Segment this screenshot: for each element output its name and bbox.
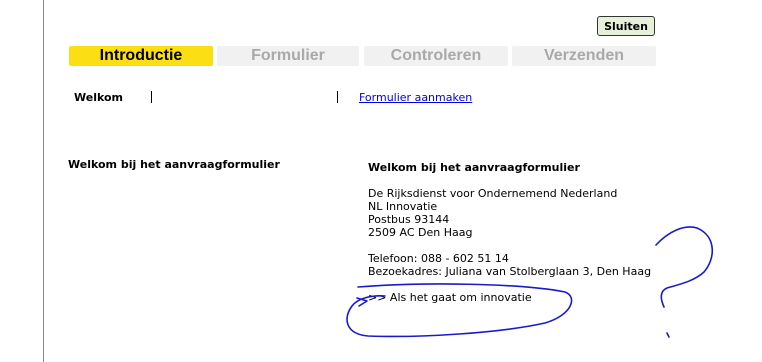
address-line: NL Innovatie bbox=[368, 200, 438, 213]
close-button[interactable]: Sluiten bbox=[597, 16, 655, 36]
tab-formulier[interactable]: Formulier bbox=[217, 46, 359, 66]
page: Sluiten Introductie Formulier Controlere… bbox=[0, 0, 762, 362]
visit-address-line: Bezoekadres: Juliana van Stolberglaan 3,… bbox=[368, 265, 652, 278]
tab-controleren[interactable]: Controleren bbox=[364, 46, 508, 66]
contact-panel: Welkom bij het aanvraagformulier De Rijk… bbox=[368, 161, 668, 304]
address-line: 2509 AC Den Haag bbox=[368, 226, 473, 239]
question-mark-dot bbox=[666, 332, 670, 338]
subnav-separator bbox=[337, 91, 338, 103]
annotation-arrow-stroke bbox=[356, 297, 368, 307]
left-border-line bbox=[43, 0, 44, 362]
phone-line: Telefoon: 088 - 602 51 14 bbox=[368, 252, 509, 265]
subnav-current-welkom: Welkom bbox=[74, 91, 124, 104]
tab-introductie[interactable]: Introductie bbox=[69, 46, 213, 66]
innovation-link[interactable]: >> Als het gaat om innovatie bbox=[368, 291, 668, 304]
address-line: Postbus 93144 bbox=[368, 213, 450, 226]
subnav-separator bbox=[151, 91, 152, 103]
left-heading: Welkom bij het aanvraagformulier bbox=[68, 158, 280, 171]
address-line: De Rijksdienst voor Ondernemend Nederlan… bbox=[368, 187, 618, 200]
formulier-aanmaken-link[interactable]: Formulier aanmaken bbox=[359, 91, 472, 104]
tab-verzenden[interactable]: Verzenden bbox=[512, 46, 656, 66]
contact-heading: Welkom bij het aanvraagformulier bbox=[368, 161, 580, 174]
